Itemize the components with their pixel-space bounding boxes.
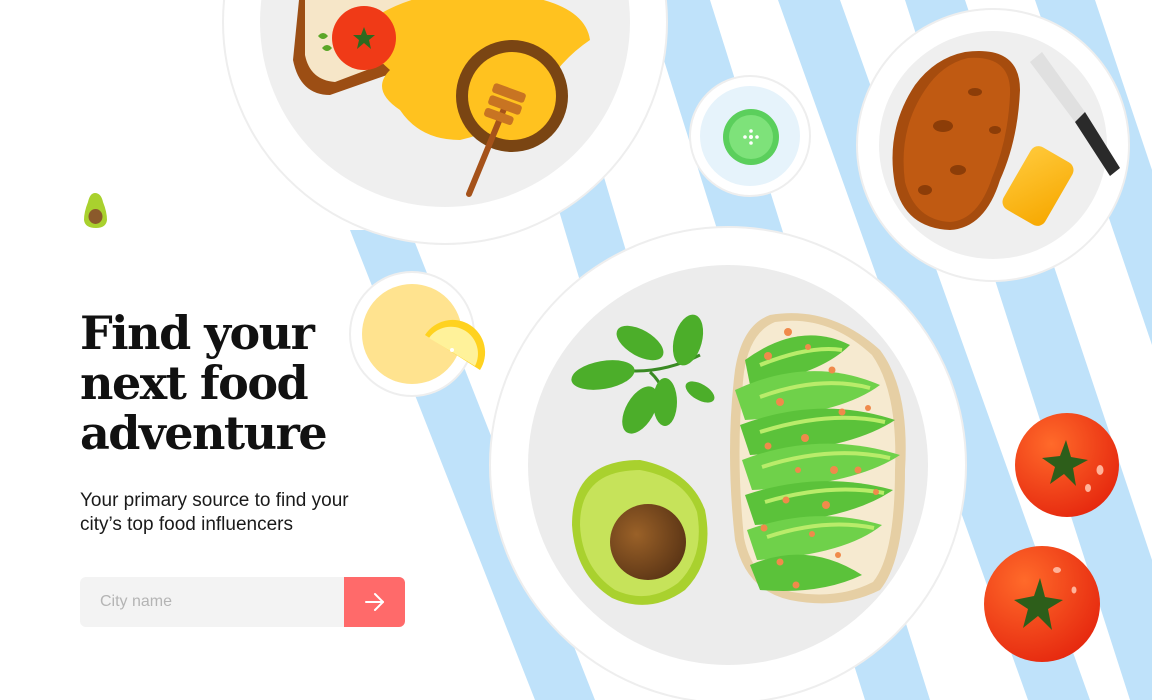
tomato-1 [1015, 413, 1119, 517]
hero-subtitle-line-2: city’s top food influencers [80, 514, 293, 535]
hero-title-line-2: next food [80, 356, 309, 410]
cucumber-bowl [689, 75, 811, 197]
hero-title-line-1: Find your [80, 306, 315, 360]
avocado-toast-plate [489, 226, 967, 700]
avocado-logo-icon [84, 193, 107, 228]
city-name-input[interactable] [80, 577, 344, 627]
hero-subtitle-line-1: Your primary source to find your [80, 490, 349, 511]
search-submit-button[interactable] [344, 577, 405, 627]
arrow-right-icon [364, 593, 384, 611]
landing-page: Find your next food adventure Your prima… [0, 0, 1152, 700]
hero-title: Find your next food adventure [80, 308, 410, 458]
hero-subtitle: Your primary source to find your city’s … [80, 489, 390, 537]
hero-title-line-3: adventure [80, 406, 328, 460]
city-search-form [80, 577, 405, 627]
bread-butter-plate [856, 8, 1130, 282]
tomato-2 [984, 546, 1100, 662]
